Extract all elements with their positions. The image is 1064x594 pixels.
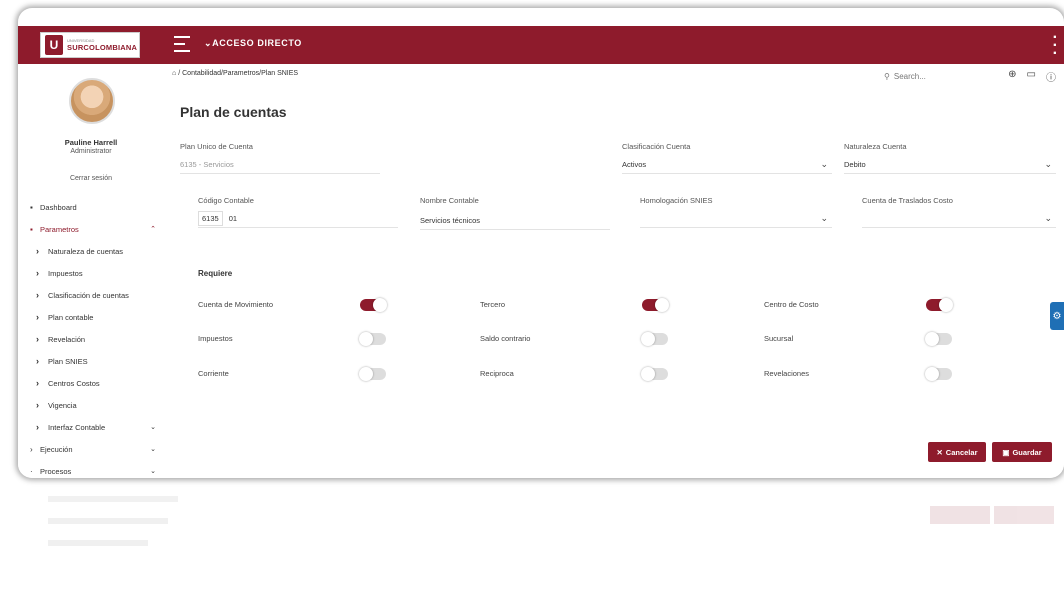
breadcrumb: ⌂ / Contabilidad/Parametros/Plan SNIES: [172, 70, 298, 77]
clasificacion-label: Clasificación Cuenta: [622, 142, 691, 151]
toggle-sucursal[interactable]: [925, 332, 952, 346]
toggle-label: Tercero: [480, 300, 506, 309]
toggle-label: Revelaciones: [764, 369, 810, 378]
more-options-icon[interactable]: · · ·: [1053, 30, 1058, 62]
dashboard-icon: ▪: [30, 202, 33, 212]
sidebar-item-interfaz-contable[interactable]: › Interfaz Contable ⌄: [30, 416, 160, 438]
nombre-label: Nombre Contable: [420, 196, 479, 205]
sidebar-item-dashboard[interactable]: ▪ Dashboard: [30, 196, 160, 218]
toggle-saldo-contrario[interactable]: [641, 332, 668, 346]
top-bar: U UNIVERSIDAD SURCOLOMBIANA ⌄ACCESO DIRE…: [18, 26, 1064, 64]
chevron-down-icon: ⌄: [150, 424, 156, 431]
window-reflection: [18, 486, 1064, 594]
toggle-cuenta-movimiento[interactable]: [360, 298, 387, 312]
toggle-label: Corriente: [198, 369, 229, 378]
chevron-down-icon: ⌄: [1044, 159, 1052, 169]
traslados-select[interactable]: ⌄: [862, 210, 1056, 228]
save-button[interactable]: ▣ Guardar: [992, 442, 1052, 462]
sidebar-item-parametros[interactable]: ▪ Parametros ⌃: [30, 218, 160, 240]
acceso-directo-menu[interactable]: ⌄ACCESO DIRECTO: [204, 38, 302, 49]
sidebar-item-centros-costos[interactable]: › Centros Costos: [30, 372, 160, 394]
sidebar-item-plan-snies[interactable]: › Plan SNIES: [30, 350, 160, 372]
close-icon: ✕: [936, 447, 943, 457]
homologacion-label: Homologación SNIES: [640, 196, 713, 205]
homologacion-select[interactable]: ⌄: [640, 210, 832, 228]
sidebar-item-revelacion[interactable]: › Revelación: [30, 328, 160, 350]
chevron-right-icon: ›: [36, 356, 39, 366]
codigo-prefix: 6135: [198, 211, 223, 226]
chevron-right-icon: ›: [36, 378, 39, 388]
logout-link[interactable]: Cerrar sesión: [18, 175, 164, 182]
calendar-icon[interactable]: ▭: [1027, 69, 1036, 84]
search-icon: ⚲: [884, 71, 890, 81]
settings-icon: ▪: [30, 224, 33, 234]
chevron-right-icon: ›: [36, 334, 39, 344]
toggle-label: Cuenta de Movimiento: [198, 300, 274, 309]
bullet-icon: ›: [30, 444, 33, 454]
clasificacion-select[interactable]: Activos ⌄: [622, 156, 832, 174]
codigo-label: Código Contable: [198, 196, 254, 205]
chevron-right-icon: ›: [36, 400, 39, 410]
chevron-right-icon: ›: [36, 290, 39, 300]
menu-toggle-icon[interactable]: [174, 36, 190, 52]
toggle-corriente[interactable]: [359, 367, 386, 381]
save-icon: ▣: [1002, 447, 1010, 457]
chevron-right-icon: ›: [36, 422, 39, 432]
university-logo[interactable]: U UNIVERSIDAD SURCOLOMBIANA: [40, 32, 140, 58]
toggle-reciproca[interactable]: [641, 367, 668, 381]
chevron-down-icon: ⌄: [820, 159, 828, 169]
sidebar-item-procesos[interactable]: · Procesos ⌄: [30, 460, 160, 478]
toggle-label: Saldo contrario: [480, 334, 531, 343]
sidebar-item-ejecucion[interactable]: › Ejecución ⌄: [30, 438, 160, 460]
user-role: Administrator: [70, 148, 112, 155]
chevron-down-icon: ⌄: [150, 446, 156, 453]
toggle-label: Centro de Costo: [764, 300, 819, 309]
toggle-centro-costo[interactable]: [926, 298, 953, 312]
sidebar-nav: ▪ Dashboard ▪ Parametros ⌃ › Naturaleza d…: [30, 196, 160, 478]
naturaleza-label: Naturaleza Cuenta: [844, 142, 907, 151]
globe-icon[interactable]: ⊕: [1008, 69, 1016, 84]
search-box[interactable]: ⚲ Search...: [884, 69, 994, 83]
nombre-field[interactable]: Servicios técnicos: [420, 212, 610, 230]
cancel-button[interactable]: ✕ Cancelar: [928, 442, 986, 462]
chevron-right-icon: ›: [36, 246, 39, 256]
bullet-icon: ·: [30, 466, 33, 476]
sidebar-item-impuestos[interactable]: › Impuestos: [30, 262, 160, 284]
app-window: U UNIVERSIDAD SURCOLOMBIANA ⌄ACCESO DIRE…: [18, 8, 1064, 478]
user-name: Pauline Harrell: [64, 138, 118, 147]
sidebar: Pauline Harrell Administrator Cerrar ses…: [18, 64, 164, 478]
chevron-right-icon: ›: [36, 268, 39, 278]
sidebar-item-clasificacion[interactable]: › Clasificación de cuentas: [30, 284, 160, 306]
avatar: [69, 78, 115, 124]
toggle-label: Reciproca: [480, 369, 514, 378]
puc-field[interactable]: 6135 - Servicios: [180, 156, 380, 174]
page-title: Plan de cuentas: [180, 104, 287, 120]
chevron-down-icon: ⌄: [820, 213, 828, 223]
home-icon[interactable]: ⌂: [172, 70, 176, 77]
requiere-title: Requiere: [198, 269, 233, 278]
logo-mark-icon: U: [45, 35, 63, 55]
help-icon[interactable]: ⓘ: [1046, 69, 1056, 84]
chevron-down-icon: ⌄: [150, 468, 156, 475]
sidebar-item-vigencia[interactable]: › Vigencia: [30, 394, 160, 416]
toggle-tercero[interactable]: [642, 298, 669, 312]
toggle-label: Sucursal: [764, 334, 794, 343]
breadcrumb-path[interactable]: / Contabilidad/Parametros/Plan SNIES: [178, 70, 298, 77]
chevron-up-icon: ⌃: [150, 226, 156, 233]
codigo-field[interactable]: 6135 01: [198, 210, 398, 228]
naturaleza-select[interactable]: Debito ⌄: [844, 156, 1056, 174]
settings-side-tab-icon[interactable]: ⚙: [1050, 302, 1064, 330]
sidebar-item-naturaleza[interactable]: › Naturaleza de cuentas: [30, 240, 160, 262]
main-content: ⌂ / Contabilidad/Parametros/Plan SNIES ⚲…: [164, 64, 1064, 478]
traslados-label: Cuenta de Traslados Costo: [862, 196, 953, 205]
search-input[interactable]: Search...: [894, 72, 926, 81]
logo-name: SURCOLOMBIANA: [67, 43, 138, 52]
toggle-label: Impuestos: [198, 334, 233, 343]
sidebar-item-plan-contable[interactable]: › Plan contable: [30, 306, 160, 328]
chevron-down-icon: ⌄: [1044, 213, 1052, 223]
puc-label: Plan Unico de Cuenta: [180, 142, 253, 151]
toggle-impuestos[interactable]: [359, 332, 386, 346]
chevron-right-icon: ›: [36, 312, 39, 322]
toggle-revelaciones[interactable]: [925, 367, 952, 381]
